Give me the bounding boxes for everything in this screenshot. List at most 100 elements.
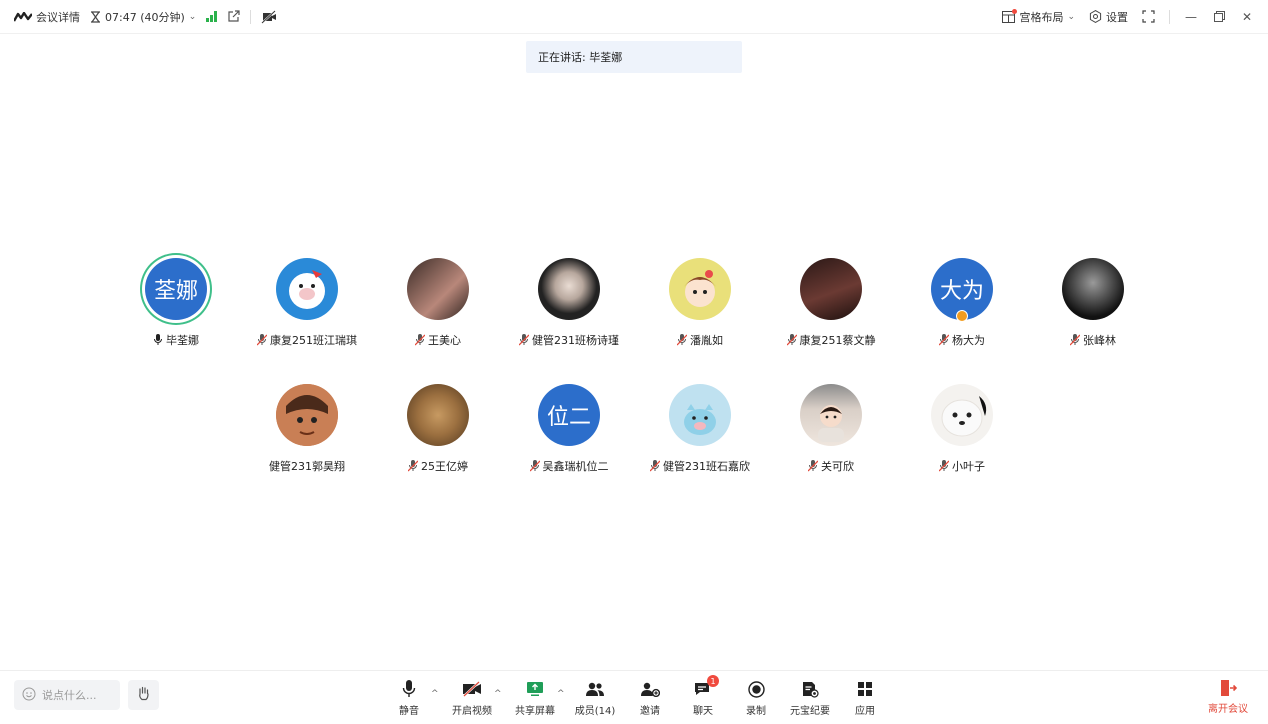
members-icon [585,679,605,699]
avatar [276,258,338,320]
timer-label: 07:47 (40分钟) [105,10,185,24]
members-button[interactable]: 成员(14) [570,679,620,717]
chat-input[interactable]: 说点什么... [14,680,120,710]
participant-name: 吴鑫瑞机位二 [542,460,609,473]
participant-tile[interactable]: 大为 杨大为 [902,258,1022,348]
grid-layout-button[interactable]: 宫格布局 ⌄ [1002,8,1075,25]
microphone-off-icon [676,334,688,346]
share-screen-button[interactable]: 共享屏幕 [510,679,560,717]
avatar [800,258,862,320]
raise-hand-icon [136,685,152,705]
meeting-window: 会议详情 07:47 (40分钟) ⌄ 宫格布局 ⌄ 设置 — ✕ 正在讲话: … [0,0,1268,724]
meeting-timer[interactable]: 07:47 (40分钟) ⌄ [90,9,196,25]
avatar [538,258,600,320]
microphone-off-icon [938,334,950,346]
participant-tile[interactable]: 潘胤如 [640,258,760,348]
share-options-chevron-icon[interactable]: ^ [557,689,565,699]
participant-tile[interactable]: 康复251蔡文静 [771,258,891,348]
microphone-off-icon [649,460,661,472]
mute-button[interactable]: 静音 [384,679,434,717]
avatar: 大为 [931,258,993,322]
participant-name: 健管231郭昊翔 [269,460,345,473]
invite-button[interactable]: 邀请 [625,679,675,717]
avatar [407,258,469,320]
participant-tile[interactable]: 小叶子 [902,384,1022,474]
leave-meeting-button[interactable]: 离开会议 [1208,679,1248,715]
raise-hand-button[interactable] [128,680,159,710]
participant-name: 关可欣 [821,460,854,473]
gear-icon [1089,10,1102,23]
minimize-icon[interactable]: — [1184,10,1198,24]
participant-name: 杨大为 [952,334,985,347]
chat-button[interactable]: 1 聊天 [678,675,728,717]
fullscreen-icon[interactable] [1142,10,1155,23]
participant-tile[interactable]: 康复251班江瑞琪 [247,258,367,348]
grid-layout-icon [1002,8,1018,23]
participant-tile[interactable]: 健管231班杨诗瑾 [509,258,629,348]
participant-tile[interactable]: 关可欣 [771,384,891,474]
toolbar-divider [250,9,252,24]
microphone-off-icon [414,334,426,346]
microphone-icon [402,679,416,699]
close-icon[interactable]: ✕ [1240,10,1254,24]
microphone-off-icon [938,460,950,472]
participant-tile[interactable]: 健管231郭昊翔 [247,384,367,474]
participant-name: 健管231班杨诗瑾 [532,334,619,347]
external-link-icon[interactable] [227,10,240,23]
chevron-down-icon: ⌄ [1067,11,1075,22]
top-bar: 会议详情 07:47 (40分钟) ⌄ 宫格布局 ⌄ 设置 — ✕ [0,0,1268,34]
video-options-chevron-icon[interactable]: ^ [494,689,502,699]
participant-tile[interactable]: 王美心 [378,258,498,348]
participant-name: 张峰林 [1083,334,1116,347]
chat-unread-badge: 1 [707,675,719,687]
bottom-toolbar: 说点什么... 静音 ^ 开启视频 ^ 共享屏幕 ^ 成员(14) 邀请 1 聊… [0,670,1268,724]
network-signal-icon[interactable] [206,11,218,22]
start-video-button[interactable]: 开启视频 [447,679,497,717]
avatar [931,384,993,446]
hourglass-icon [90,10,101,23]
participant-name: 毕荃娜 [166,334,199,347]
participant-name: 潘胤如 [690,334,723,347]
apps-grid-icon [857,679,873,699]
participant-tile[interactable]: 位二 吴鑫瑞机位二 [509,384,629,474]
chevron-down-icon: ⌄ [188,11,197,22]
restore-window-icon[interactable] [1212,10,1226,24]
microphone-off-icon [807,460,819,472]
avatar [669,384,731,446]
speaking-indicator: 正在讲话: 毕荃娜 [526,41,742,73]
exit-door-icon [1219,679,1237,697]
microphone-off-icon [786,334,797,346]
microphone-off-icon [256,334,268,346]
avatar: 位二 [538,384,600,446]
participant-tile[interactable]: 张峰林 [1033,258,1153,348]
participant-name: 健管231班石嘉欣 [663,460,750,473]
microphone-on-icon [153,334,163,346]
notification-dot [1012,8,1018,14]
invite-icon [640,679,660,699]
record-icon [747,679,765,699]
avatar [1062,258,1124,320]
participant-tile[interactable]: 健管231班石嘉欣 [640,384,760,474]
microphone-off-icon [1069,334,1081,346]
camera-off-status-icon[interactable] [261,9,277,24]
settings-label: 设置 [1106,10,1128,24]
participant-tile[interactable]: 荃娜 毕荃娜 [116,258,236,348]
avatar [800,384,862,446]
settings-button[interactable]: 设置 [1089,9,1128,25]
toolbar-divider [1169,9,1170,24]
participant-name: 王美心 [428,334,461,347]
record-button[interactable]: 录制 [731,679,781,717]
mute-options-chevron-icon[interactable]: ^ [431,689,439,699]
apps-button[interactable]: 应用 [840,679,890,717]
meeting-details-button[interactable]: 会议详情 [14,9,80,25]
ai-notes-button[interactable]: 元宝纪要 [785,679,835,717]
avatar: 荃娜 [145,258,207,320]
grid-layout-label: 宫格布局 [1019,10,1064,24]
participant-tile[interactable]: 25王亿婷 [378,384,498,474]
avatar [407,384,469,446]
video-off-icon [462,679,482,699]
host-badge-icon [956,310,968,322]
share-screen-icon [526,679,544,699]
chat-placeholder: 说点什么... [42,689,97,702]
emoji-icon[interactable] [22,687,36,704]
